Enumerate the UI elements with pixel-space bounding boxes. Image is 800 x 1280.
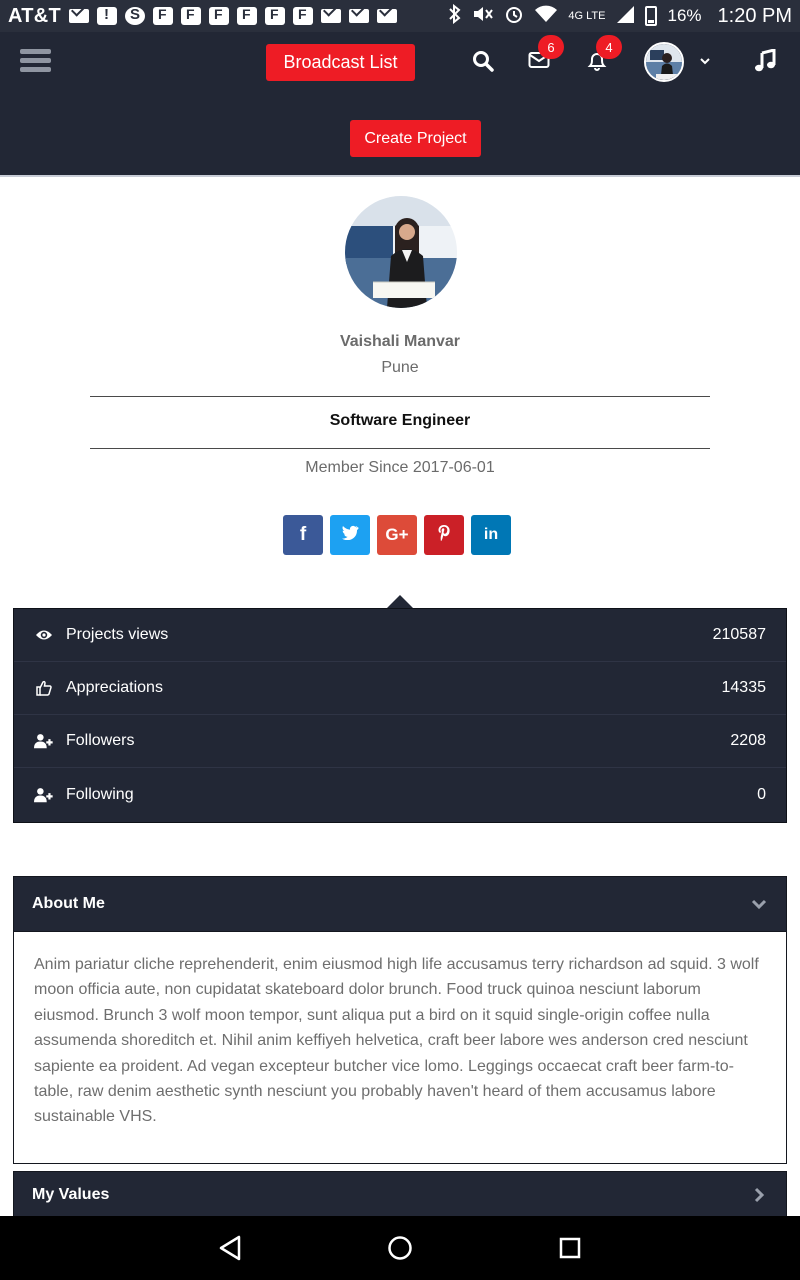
flipboard-notification-icon bbox=[293, 6, 314, 25]
broadcast-list-button[interactable]: Broadcast List bbox=[266, 44, 415, 81]
flipboard-notification-icon bbox=[153, 6, 174, 25]
recent-apps-icon[interactable] bbox=[554, 1232, 586, 1264]
user-plus-icon bbox=[34, 732, 54, 750]
facebook-icon: f bbox=[299, 524, 307, 545]
status-left: AT&T bbox=[8, 4, 398, 28]
stats-caret bbox=[386, 595, 414, 609]
menu-icon[interactable] bbox=[20, 49, 51, 73]
network-type: 4G LTE bbox=[568, 10, 606, 22]
twitter-button[interactable] bbox=[330, 515, 370, 555]
stat-row-following[interactable]: Following 0 bbox=[14, 768, 786, 822]
flipboard-notification-icon bbox=[265, 6, 286, 25]
flipboard-notification-icon bbox=[181, 6, 202, 25]
linkedin-icon: in bbox=[483, 526, 499, 543]
divider bbox=[90, 448, 710, 449]
stat-value: 0 bbox=[757, 786, 766, 803]
eye-icon bbox=[34, 626, 54, 644]
about-me-header[interactable]: About Me bbox=[14, 877, 786, 931]
flipboard-notification-icon bbox=[237, 6, 258, 25]
stat-label: Appreciations bbox=[66, 679, 163, 696]
back-icon[interactable] bbox=[215, 1232, 247, 1264]
messages-count-badge: 6 bbox=[538, 35, 564, 59]
pinterest-icon bbox=[437, 524, 451, 547]
linkedin-button[interactable]: in bbox=[471, 515, 511, 555]
wifi-icon bbox=[534, 4, 558, 28]
stat-row-followers[interactable]: Followers 2208 bbox=[14, 715, 786, 768]
app-header: Broadcast List 6 4 Create Project bbox=[0, 32, 800, 177]
panel-title: My Values bbox=[32, 1186, 110, 1203]
my-values-header[interactable]: My Values bbox=[14, 1172, 786, 1218]
user-avatar[interactable] bbox=[644, 42, 684, 82]
signal-icon bbox=[615, 4, 635, 28]
alarm-icon bbox=[504, 4, 524, 28]
gmail-notification-icon bbox=[321, 9, 342, 23]
stats-list: Projects views 210587 Appreciations 1433… bbox=[13, 608, 787, 823]
create-project-button[interactable]: Create Project bbox=[350, 120, 481, 157]
user-plus-icon bbox=[34, 786, 54, 804]
skype-notification-icon bbox=[125, 6, 146, 25]
divider bbox=[90, 396, 710, 397]
stat-row-appreciations[interactable]: Appreciations 14335 bbox=[14, 662, 786, 715]
stat-value: 2208 bbox=[730, 732, 766, 749]
pinterest-button[interactable] bbox=[424, 515, 464, 555]
google-plus-icon: G+ bbox=[385, 525, 409, 544]
my-values-panel: My Values bbox=[13, 1171, 787, 1218]
home-icon[interactable] bbox=[384, 1232, 416, 1264]
gmail-notification-icon bbox=[377, 9, 398, 23]
about-me-text: Anim pariatur cliche reprehenderit, enim… bbox=[14, 931, 786, 1150]
about-me-panel: About Me Anim pariatur cliche reprehende… bbox=[13, 876, 787, 1164]
mail-notification-icon bbox=[69, 9, 90, 23]
stat-label: Following bbox=[66, 786, 134, 803]
facebook-button[interactable]: f bbox=[283, 515, 323, 555]
stat-value: 210587 bbox=[712, 626, 766, 643]
chevron-down-icon bbox=[750, 895, 768, 913]
gmail-notification-icon bbox=[349, 9, 370, 23]
clock: 1:20 PM bbox=[717, 4, 792, 27]
stat-label: Projects views bbox=[66, 626, 169, 643]
stat-row-project-views[interactable]: Projects views 210587 bbox=[14, 609, 786, 662]
chevron-right-icon bbox=[750, 1186, 768, 1204]
search-icon[interactable] bbox=[472, 50, 494, 72]
google-plus-button[interactable]: G+ bbox=[377, 515, 417, 555]
navigation-bar bbox=[0, 1216, 800, 1280]
battery-level: 16% bbox=[667, 6, 702, 25]
battery-icon bbox=[645, 6, 658, 26]
stat-value: 14335 bbox=[721, 679, 767, 696]
chevron-down-icon[interactable] bbox=[698, 54, 712, 68]
profile-photo bbox=[345, 196, 457, 308]
thumbs-up-icon bbox=[34, 679, 54, 697]
twitter-icon bbox=[341, 525, 359, 545]
app-screen: AT&T 4G bbox=[0, 0, 800, 1280]
carrier-label: AT&T bbox=[8, 4, 62, 27]
bluetooth-icon bbox=[448, 3, 462, 28]
profile-role: Software Engineer bbox=[329, 412, 471, 429]
notifications-count-badge: 4 bbox=[596, 35, 622, 59]
social-links: f G+ in bbox=[283, 515, 511, 555]
status-right: 4G LTE 16% 1:20 PM bbox=[448, 3, 792, 28]
status-bar: AT&T 4G bbox=[0, 0, 800, 32]
mute-icon bbox=[472, 4, 494, 28]
panel-title: About Me bbox=[32, 895, 105, 912]
music-icon[interactable] bbox=[754, 48, 776, 73]
flipboard-notification-icon bbox=[209, 6, 230, 25]
member-since: Member Since 2017-06-01 bbox=[305, 459, 495, 476]
alert-notification-icon bbox=[97, 6, 118, 25]
profile-name: Vaishali Manvar bbox=[339, 333, 461, 350]
stat-label: Followers bbox=[66, 732, 135, 749]
profile-city: Pune bbox=[381, 359, 419, 376]
